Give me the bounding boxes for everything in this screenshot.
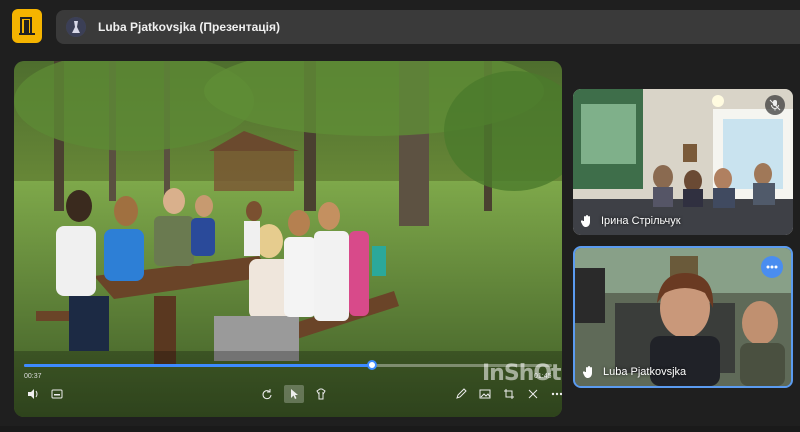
close-x-icon[interactable] <box>526 387 540 401</box>
video-progress-fill <box>24 364 373 367</box>
participant-tile-active[interactable]: Luba Pjatkovsjka <box>573 246 793 388</box>
page-title: Luba Pjatkovsjka (Презентація) <box>98 20 280 34</box>
participant-name: Ірина Стрільчук <box>601 215 681 227</box>
presenter-avatar <box>66 17 86 37</box>
bottom-toolbar <box>0 426 800 432</box>
more-options-button[interactable] <box>761 256 783 278</box>
pen-icon[interactable] <box>454 387 468 401</box>
top-bar: Luba Pjatkovsjka (Презентація) <box>0 0 800 54</box>
hand-raise-icon <box>583 366 592 378</box>
app-logo[interactable] <box>12 9 42 43</box>
volume-icon[interactable] <box>26 387 40 401</box>
participant-name-tag: Luba Pjatkovsjka <box>583 365 686 379</box>
door-exit-icon <box>19 17 35 35</box>
participant-name: Luba Pjatkovsjka <box>603 366 687 378</box>
participant-name-tag: Ірина Стрільчук <box>581 214 681 228</box>
shirt-icon[interactable] <box>314 387 328 401</box>
presentation-title-bar: Luba Pjatkovsjka (Презентація) <box>56 10 800 44</box>
mic-off-icon <box>765 95 785 115</box>
right-controls <box>454 385 562 403</box>
hand-raise-icon <box>581 215 590 227</box>
crop-icon[interactable] <box>502 387 516 401</box>
rotate-icon[interactable] <box>260 387 274 401</box>
video-progress-bar[interactable] <box>24 360 552 370</box>
presentation-video[interactable]: 00:37 01:45 InShOt <box>14 61 562 417</box>
left-controls <box>26 385 64 403</box>
time-current: 00:37 <box>24 373 42 380</box>
more-icon[interactable] <box>550 387 562 401</box>
captions-icon[interactable] <box>50 387 64 401</box>
participant-tile[interactable]: Ірина Стрільчук <box>573 89 793 235</box>
center-controls <box>260 385 328 403</box>
image-icon[interactable] <box>478 387 492 401</box>
inshot-watermark: InShOt <box>482 361 562 386</box>
cursor-icon[interactable] <box>284 385 304 403</box>
